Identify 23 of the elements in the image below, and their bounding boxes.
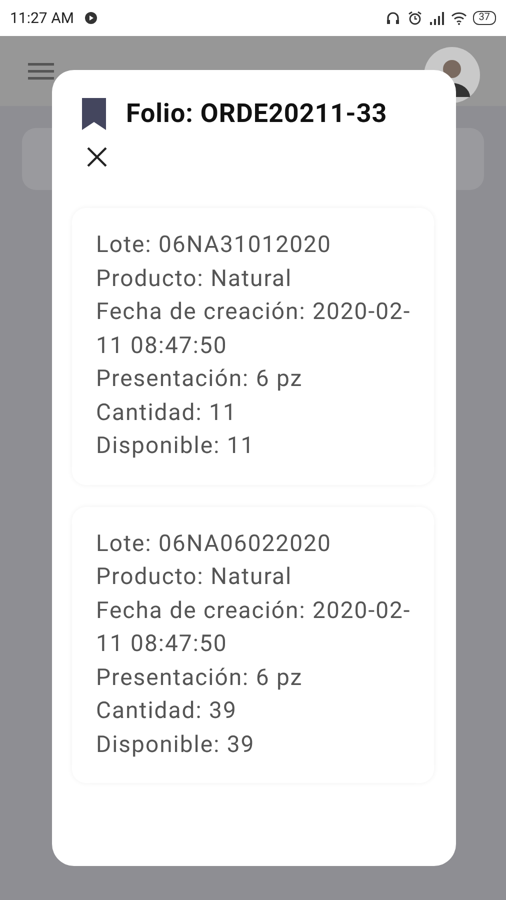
status-time: 11:27 AM (10, 9, 74, 27)
bookmark-icon (82, 98, 106, 130)
alarm-icon (406, 10, 423, 26)
lot-detail: Producto: Natural (96, 264, 294, 294)
battery-indicator: 37 (472, 11, 496, 25)
signal-icon (428, 11, 445, 25)
lot-detail: Lote: 06NA06022020 (96, 528, 332, 558)
lot-detail: Disponible: 11 (96, 431, 256, 461)
lot-detail: Lote: 06NA31012020 (96, 230, 332, 260)
dialog-title: Folio: ORDE20211-33 (126, 99, 388, 129)
lot-detail: Presentación: 6 pz (96, 662, 304, 692)
lot-detail: Cantidad: 11 (96, 398, 238, 428)
lot-detail: Fecha de creación: 2020-02-11 08:47:50 (96, 297, 412, 360)
menu-icon[interactable] (28, 61, 54, 81)
lot-detail: Producto: Natural (96, 562, 294, 592)
close-icon[interactable] (86, 146, 108, 168)
lot-detail: Fecha de creación: 2020-02-11 08:47:50 (96, 596, 412, 659)
play-icon (84, 11, 98, 25)
lot-detail: Presentación: 6 pz (96, 364, 304, 394)
lot-detail: Cantidad: 39 (96, 696, 238, 726)
wifi-icon (450, 11, 467, 25)
lot-detail: Disponible: 39 (96, 730, 256, 760)
headphones-icon (384, 10, 401, 26)
